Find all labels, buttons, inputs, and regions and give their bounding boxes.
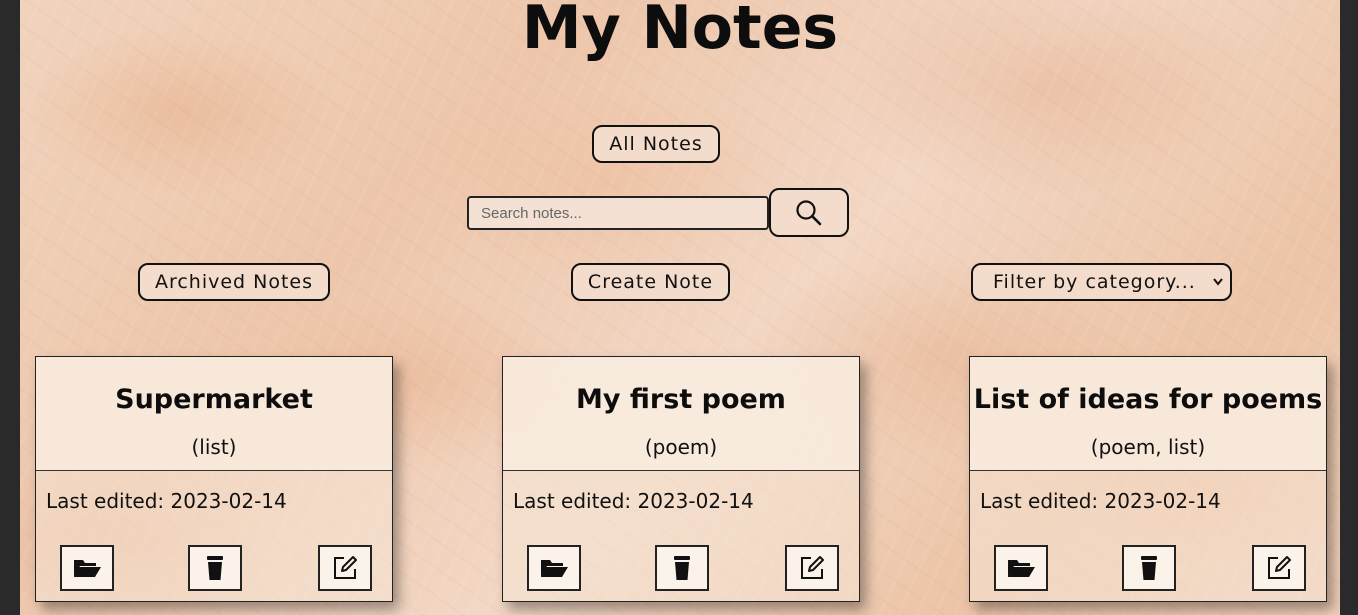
archived-notes-button[interactable]: Archived Notes bbox=[138, 263, 330, 301]
note-card: Supermarket (list) Last edited: 2023-02-… bbox=[35, 356, 393, 602]
edit-icon bbox=[1268, 556, 1291, 579]
note-title: My first poem bbox=[576, 384, 786, 415]
note-categories: (poem) bbox=[644, 435, 718, 459]
delete-note-button[interactable] bbox=[1122, 545, 1176, 591]
note-card-header: Supermarket (list) bbox=[36, 357, 392, 471]
edit-icon bbox=[801, 556, 824, 579]
create-note-button[interactable]: Create Note bbox=[571, 263, 730, 301]
note-card: My first poem (poem) Last edited: 2023-0… bbox=[502, 356, 860, 602]
folder-icon bbox=[1008, 560, 1035, 577]
note-card-header: My first poem (poem) bbox=[503, 357, 859, 471]
category-filter-value: Filter by category... bbox=[993, 271, 1196, 293]
edit-note-button[interactable] bbox=[785, 545, 839, 591]
search-input[interactable] bbox=[467, 196, 769, 230]
edit-icon bbox=[334, 556, 357, 579]
archive-note-button[interactable] bbox=[994, 545, 1048, 591]
edit-note-button[interactable] bbox=[1252, 545, 1306, 591]
note-title: Supermarket bbox=[115, 384, 313, 415]
note-card: List of ideas for poems (poem, list) Las… bbox=[969, 356, 1327, 602]
page-title: My Notes bbox=[521, 0, 839, 63]
archive-note-button[interactable] bbox=[60, 545, 114, 591]
trash-icon bbox=[1141, 556, 1157, 580]
note-last-edited: Last edited: 2023-02-14 bbox=[513, 489, 754, 513]
trash-icon bbox=[674, 556, 690, 580]
note-title: List of ideas for poems bbox=[973, 384, 1323, 415]
note-last-edited: Last edited: 2023-02-14 bbox=[980, 489, 1221, 513]
search-button[interactable] bbox=[769, 188, 849, 237]
all-notes-button[interactable]: All Notes bbox=[592, 125, 720, 163]
note-last-edited: Last edited: 2023-02-14 bbox=[46, 489, 287, 513]
folder-icon bbox=[541, 560, 568, 577]
search-icon bbox=[796, 199, 822, 225]
delete-note-button[interactable] bbox=[188, 545, 242, 591]
trash-icon bbox=[207, 556, 223, 580]
note-card-header: List of ideas for poems (poem, list) bbox=[970, 357, 1326, 471]
category-filter-select[interactable]: Filter by category... bbox=[971, 263, 1232, 301]
archive-note-button[interactable] bbox=[527, 545, 581, 591]
note-categories: (poem, list) bbox=[1090, 435, 1206, 459]
chevron-down-icon bbox=[1212, 265, 1224, 312]
page: My Notes All Notes Archived Notes Create… bbox=[20, 0, 1340, 615]
delete-note-button[interactable] bbox=[655, 545, 709, 591]
folder-icon bbox=[74, 560, 101, 577]
edit-note-button[interactable] bbox=[318, 545, 372, 591]
note-categories: (list) bbox=[191, 435, 237, 459]
